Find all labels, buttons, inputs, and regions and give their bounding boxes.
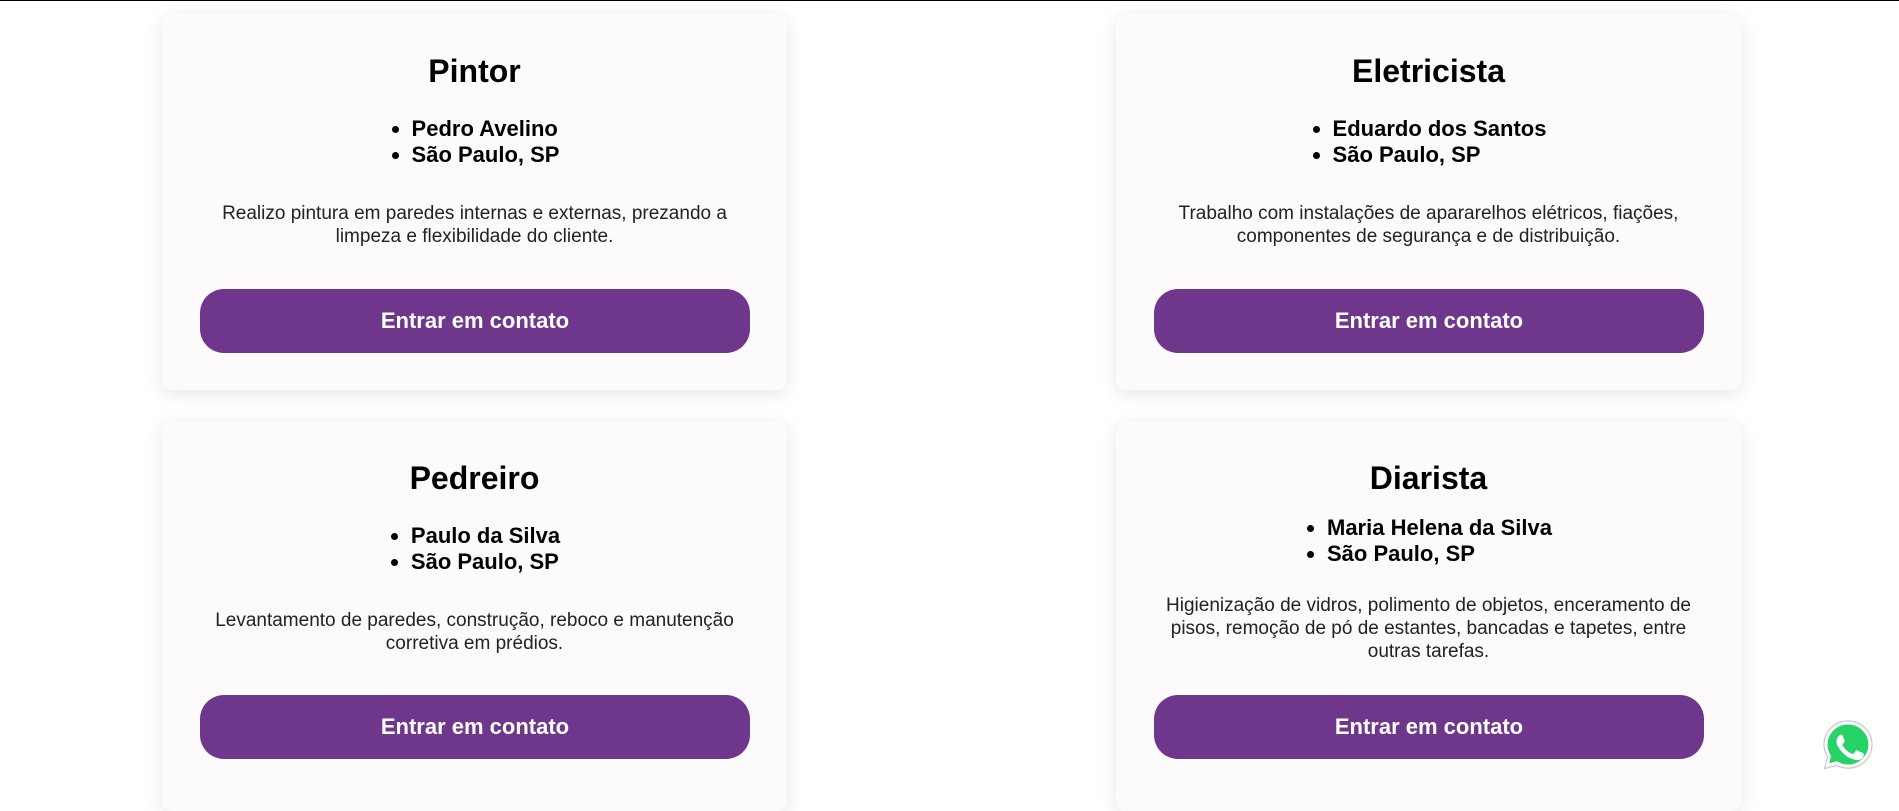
card-info-list: Maria Helena da Silva São Paulo, SP xyxy=(1305,515,1552,567)
contact-button[interactable]: Entrar em contato xyxy=(1154,289,1704,353)
card-description: Higienização de vidros, polimento de obj… xyxy=(1166,595,1691,662)
card-location: São Paulo, SP xyxy=(1327,541,1552,567)
card-provider-name: Eduardo dos Santos xyxy=(1333,116,1547,142)
service-card-pedreiro: Pedreiro Paulo da Silva São Paulo, SP Le… xyxy=(162,421,787,811)
card-location: São Paulo, SP xyxy=(1333,142,1547,168)
service-card-pintor: Pintor Pedro Avelino São Paulo, SP Reali… xyxy=(162,14,787,390)
contact-button[interactable]: Entrar em contato xyxy=(1154,695,1704,759)
card-description: Realizo pintura em paredes internas e ex… xyxy=(222,203,727,247)
card-title: Pedreiro xyxy=(409,460,540,496)
service-card-diarista: Diarista Maria Helena da Silva São Paulo… xyxy=(1116,421,1741,811)
contact-button[interactable]: Entrar em contato xyxy=(200,289,750,353)
card-info-list: Pedro Avelino São Paulo, SP xyxy=(390,116,560,168)
card-title: Pintor xyxy=(428,53,521,89)
card-info-list: Paulo da Silva São Paulo, SP xyxy=(389,523,560,575)
service-card-eletricista: Eletricista Eduardo dos Santos São Paulo… xyxy=(1116,14,1741,390)
card-provider-name: Paulo da Silva xyxy=(411,523,560,549)
card-location: São Paulo, SP xyxy=(411,549,560,575)
card-provider-name: Maria Helena da Silva xyxy=(1327,515,1552,541)
card-provider-name: Pedro Avelino xyxy=(412,116,560,142)
contact-button[interactable]: Entrar em contato xyxy=(200,695,750,759)
card-description: Trabalho com instalações de apararelhos … xyxy=(1178,203,1679,247)
whatsapp-icon[interactable] xyxy=(1820,717,1876,773)
card-title: Eletricista xyxy=(1352,53,1505,89)
card-info-list: Eduardo dos Santos São Paulo, SP xyxy=(1311,116,1547,168)
card-description: Levantamento de paredes, construção, reb… xyxy=(215,610,734,654)
top-divider xyxy=(0,0,1899,1)
card-location: São Paulo, SP xyxy=(412,142,560,168)
card-title: Diarista xyxy=(1369,460,1488,496)
